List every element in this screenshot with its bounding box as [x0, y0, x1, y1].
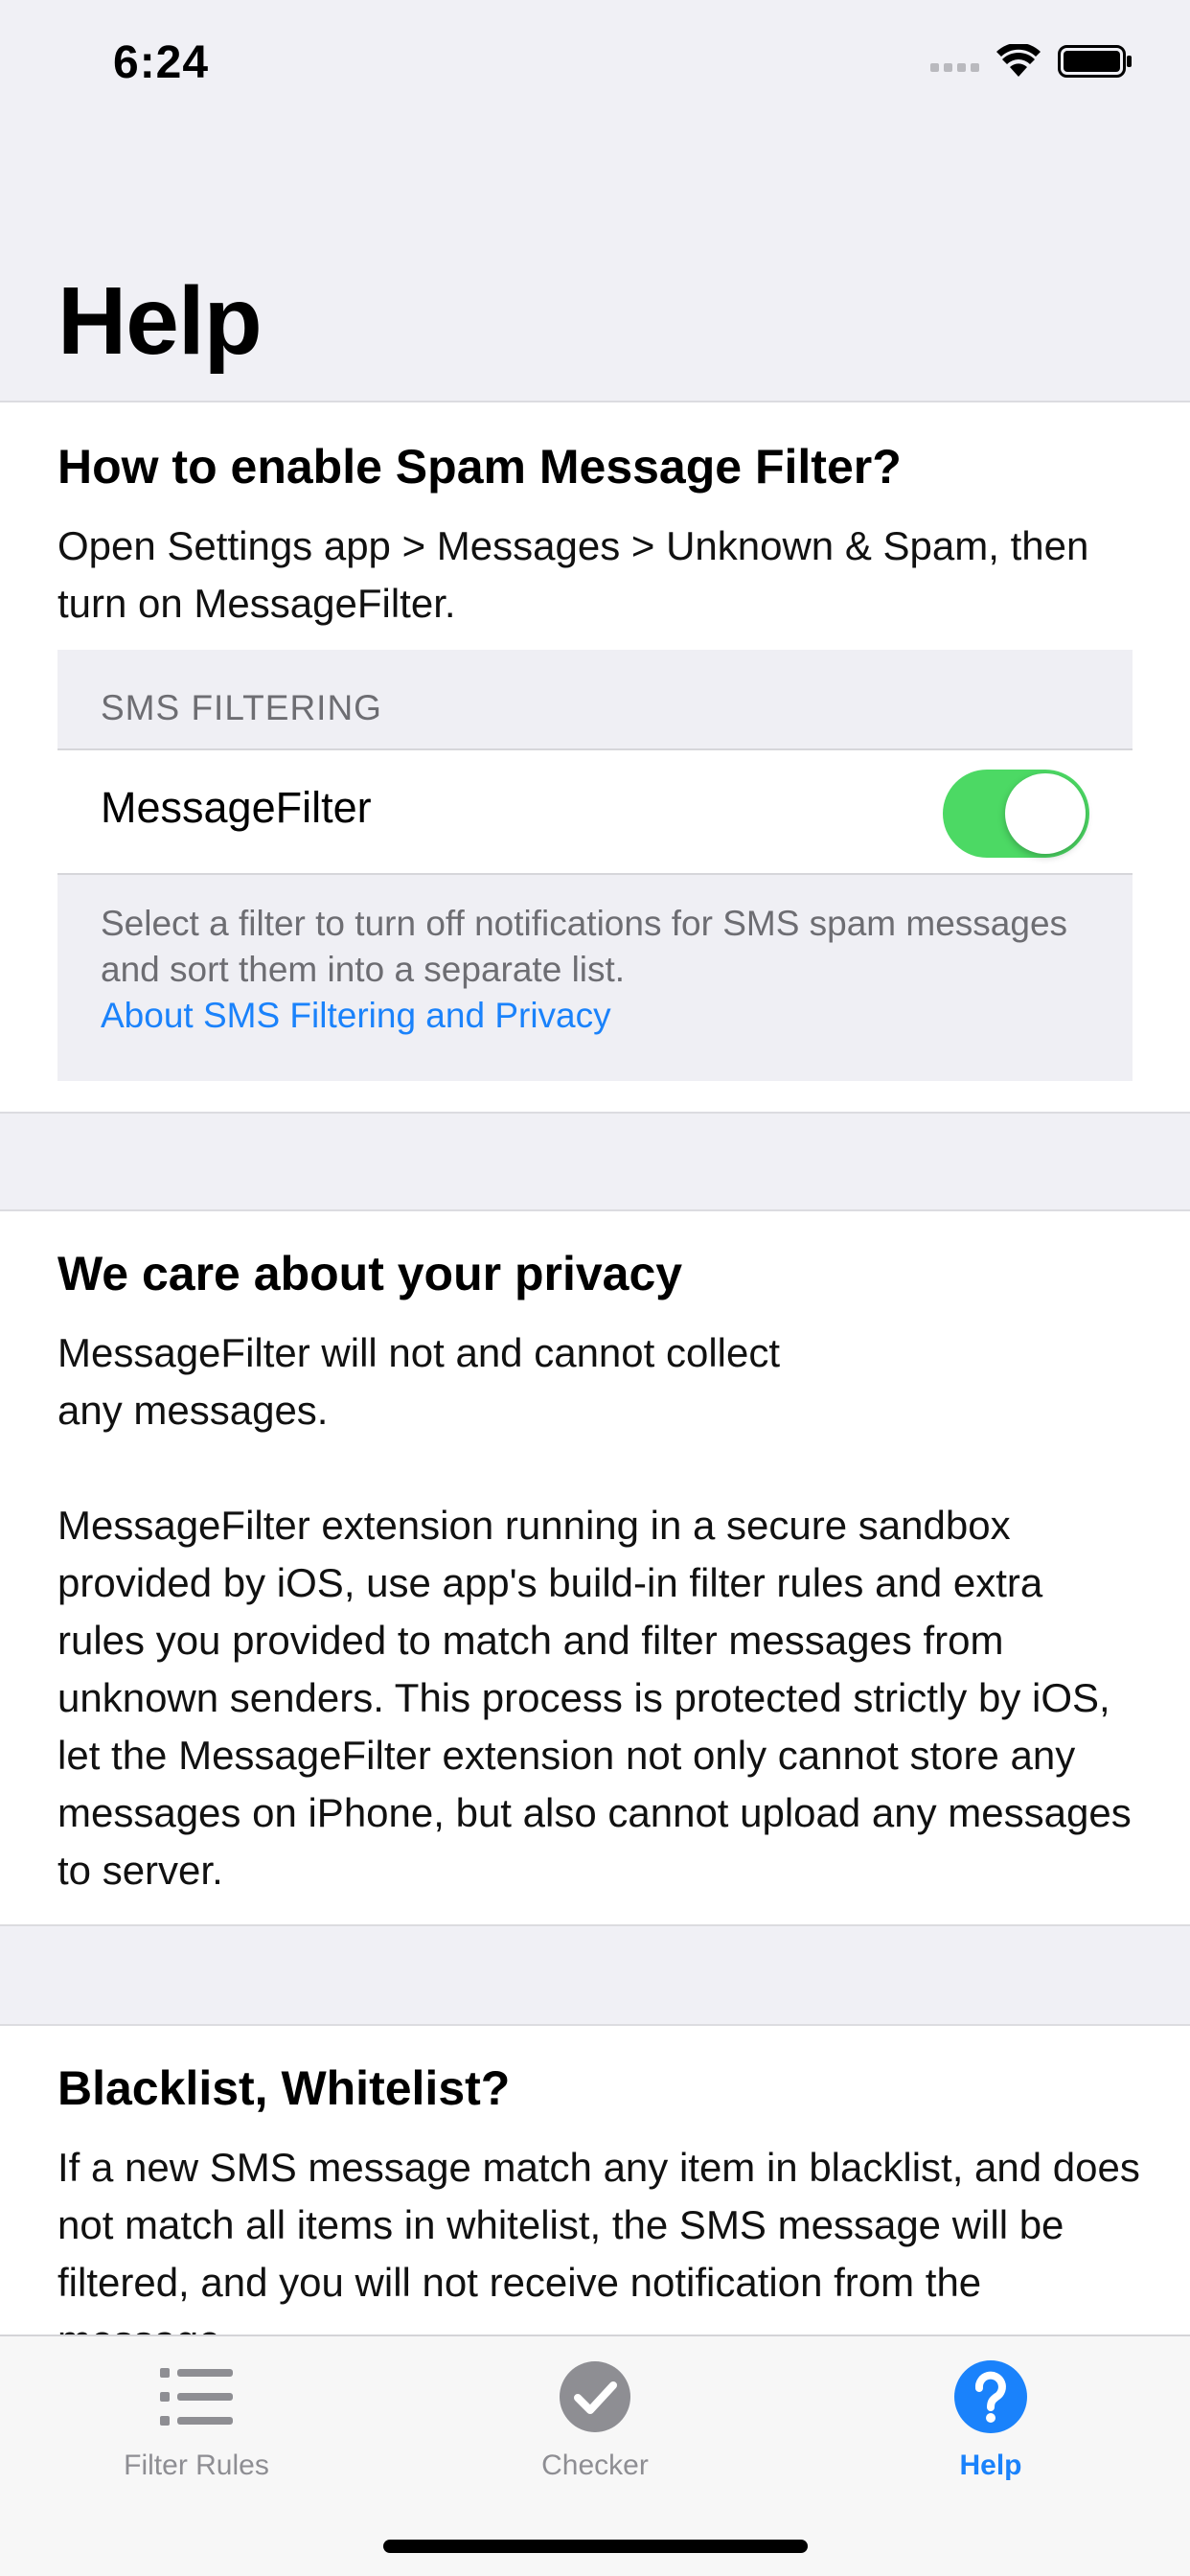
settings-row-label: MessageFilter: [101, 783, 372, 832]
settings-preview: SMS FILTERING MessageFilter Select a fil…: [57, 650, 1133, 1081]
section-title: Blacklist, Whitelist?: [57, 2061, 511, 2115]
enable-filter-section: How to enable Spam Message Filter? Open …: [0, 401, 1190, 1114]
checkmark-circle-icon: [560, 2361, 630, 2432]
privacy-section: We care about your privacy MessageFilter…: [0, 1209, 1190, 1926]
tab-label: Filter Rules: [124, 2450, 269, 2481]
list-icon: [160, 2368, 233, 2426]
settings-footer-text: Select a filter to turn off notification…: [101, 904, 1068, 989]
status-icons: [930, 44, 1133, 79]
battery-icon: [1058, 45, 1132, 78]
settings-header: SMS FILTERING: [101, 688, 382, 727]
settings-row-messagefilter: MessageFilter: [57, 748, 1133, 875]
section-body: MessageFilter will not and cannot collec…: [57, 1330, 1132, 1893]
tab-filter-rules[interactable]: Filter Rules: [72, 2354, 321, 2482]
settings-footer: Select a filter to turn off notification…: [101, 901, 1097, 1039]
toggle-knob: [1005, 773, 1086, 854]
question-circle-icon: [954, 2360, 1027, 2433]
messagefilter-toggle: [943, 770, 1089, 858]
tab-label: Checker: [541, 2450, 649, 2481]
sms-privacy-link: About SMS Filtering and Privacy: [101, 996, 611, 1035]
tab-label: Help: [959, 2450, 1022, 2481]
tab-checker[interactable]: Checker: [470, 2354, 720, 2482]
tab-help[interactable]: Help: [866, 2354, 1115, 2482]
page-title: Help: [57, 267, 263, 375]
cellular-signal-icon: [930, 62, 979, 72]
home-indicator: [383, 2540, 808, 2553]
section-body: Open Settings app > Messages > Unknown &…: [57, 523, 1089, 626]
section-title: How to enable Spam Message Filter?: [57, 440, 902, 494]
section-title: We care about your privacy: [57, 1247, 683, 1300]
status-time: 6:24: [113, 37, 210, 88]
status-bar: 6:24: [0, 0, 1190, 126]
wifi-icon: [996, 44, 1041, 77]
